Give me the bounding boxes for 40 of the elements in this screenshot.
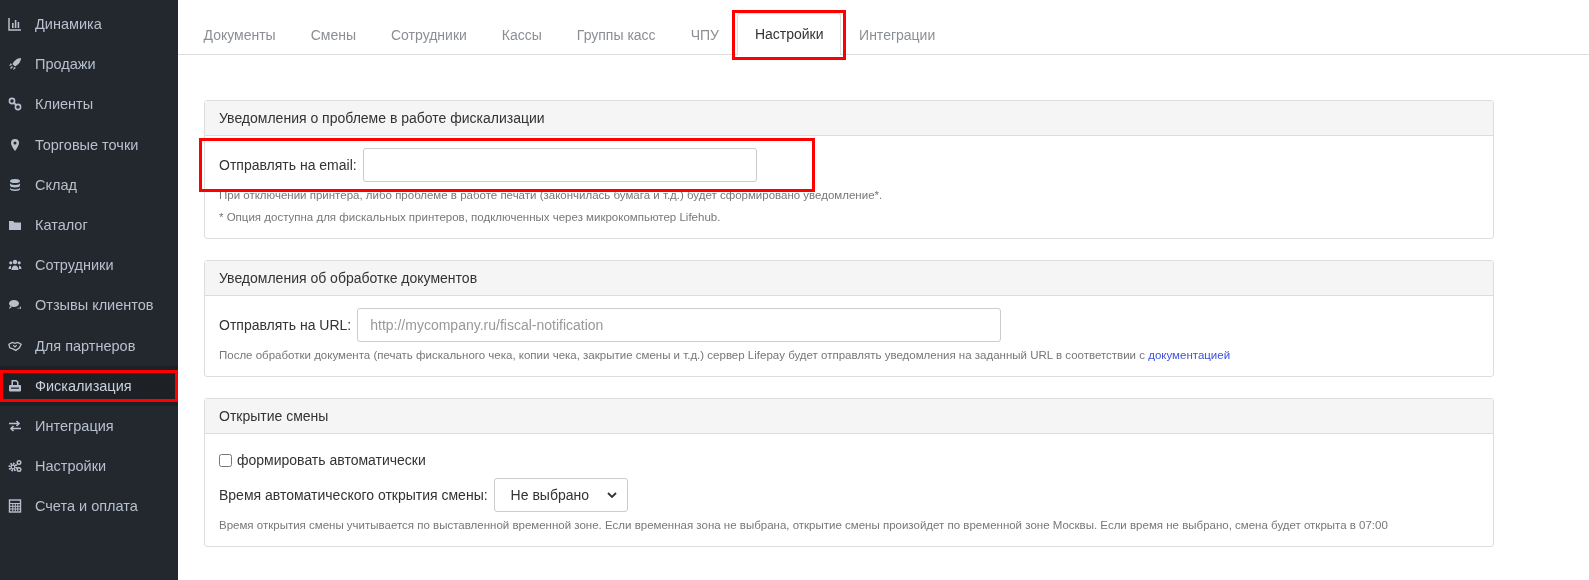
users-icon [8, 258, 22, 273]
map-pin-icon [8, 137, 22, 152]
chevron-down-icon [607, 492, 617, 498]
sidebar-item[interactable]: Счета и оплата [0, 486, 178, 527]
help-text: После обработки документа (печать фискального чека, копии чека, закрытие смены и т.д.) сервер Lifepay будет отправлять уведомления на заданный URL в соответствии с документацией [219, 348, 1232, 363]
help-text: Время открытия смены учитывается по выставленной временной зоне. Если временная зона не выбрана, открытие смены произойдет по временной зоне Москвы. Если время не выбрано, смена будет открыта в 07:00 [219, 518, 1389, 533]
bar-chart-icon [8, 17, 22, 32]
field-label: Отправлять на email: [219, 157, 357, 173]
sidebar-item[interactable]: Клиенты [0, 84, 178, 125]
sidebar-item[interactable]: Динамика [0, 4, 178, 45]
panel-title: Открытие смены [205, 399, 1493, 434]
panel-title: Уведомления об обработке документов [205, 261, 1493, 296]
database-icon [8, 177, 22, 192]
documentation-link[interactable]: документацией [1148, 349, 1231, 361]
sidebar-item[interactable]: Отзывы клиентов [0, 285, 178, 326]
sidebar-item[interactable]: Продажи [0, 44, 178, 85]
sidebar-item[interactable]: Каталог [0, 204, 178, 246]
exchange-arrows-icon [8, 418, 22, 433]
panel-title: Уведомления о проблеме в работе фискализации [205, 101, 1493, 136]
printer-icon [8, 378, 22, 393]
help-text: * Опция доступна для фискальных принтеров, подключенных через микрокомпьютер Lifehub. [219, 210, 722, 225]
checkbox-label: формировать автоматически [237, 452, 426, 468]
sidebar-item[interactable]: Интеграция [0, 405, 178, 447]
text-field[interactable] [362, 148, 757, 182]
rocket-icon [8, 57, 22, 72]
sidebar-item[interactable]: Для партнеров [0, 325, 178, 366]
sidebar-item[interactable]: Настройки [0, 446, 178, 487]
link-icon [8, 97, 22, 112]
field-label: Отправлять на URL: [219, 317, 352, 333]
sidebar-item[interactable]: Торговые точки [0, 124, 178, 165]
field-label: Время автоматического открытия смены: [219, 487, 488, 503]
folder-icon [8, 218, 22, 233]
gears-icon [8, 459, 22, 474]
time-dropdown[interactable]: Не выбрано [493, 478, 628, 512]
checkbox[interactable] [219, 453, 232, 467]
tab[interactable]: Настройки [737, 13, 842, 55]
text-field[interactable]: http://mycompany.ru/fiscal-notification [357, 308, 1002, 342]
sidebar-item[interactable]: Сотрудники [0, 245, 178, 286]
sidebar-item[interactable]: Склад [0, 164, 178, 205]
calculator-icon [8, 499, 22, 514]
